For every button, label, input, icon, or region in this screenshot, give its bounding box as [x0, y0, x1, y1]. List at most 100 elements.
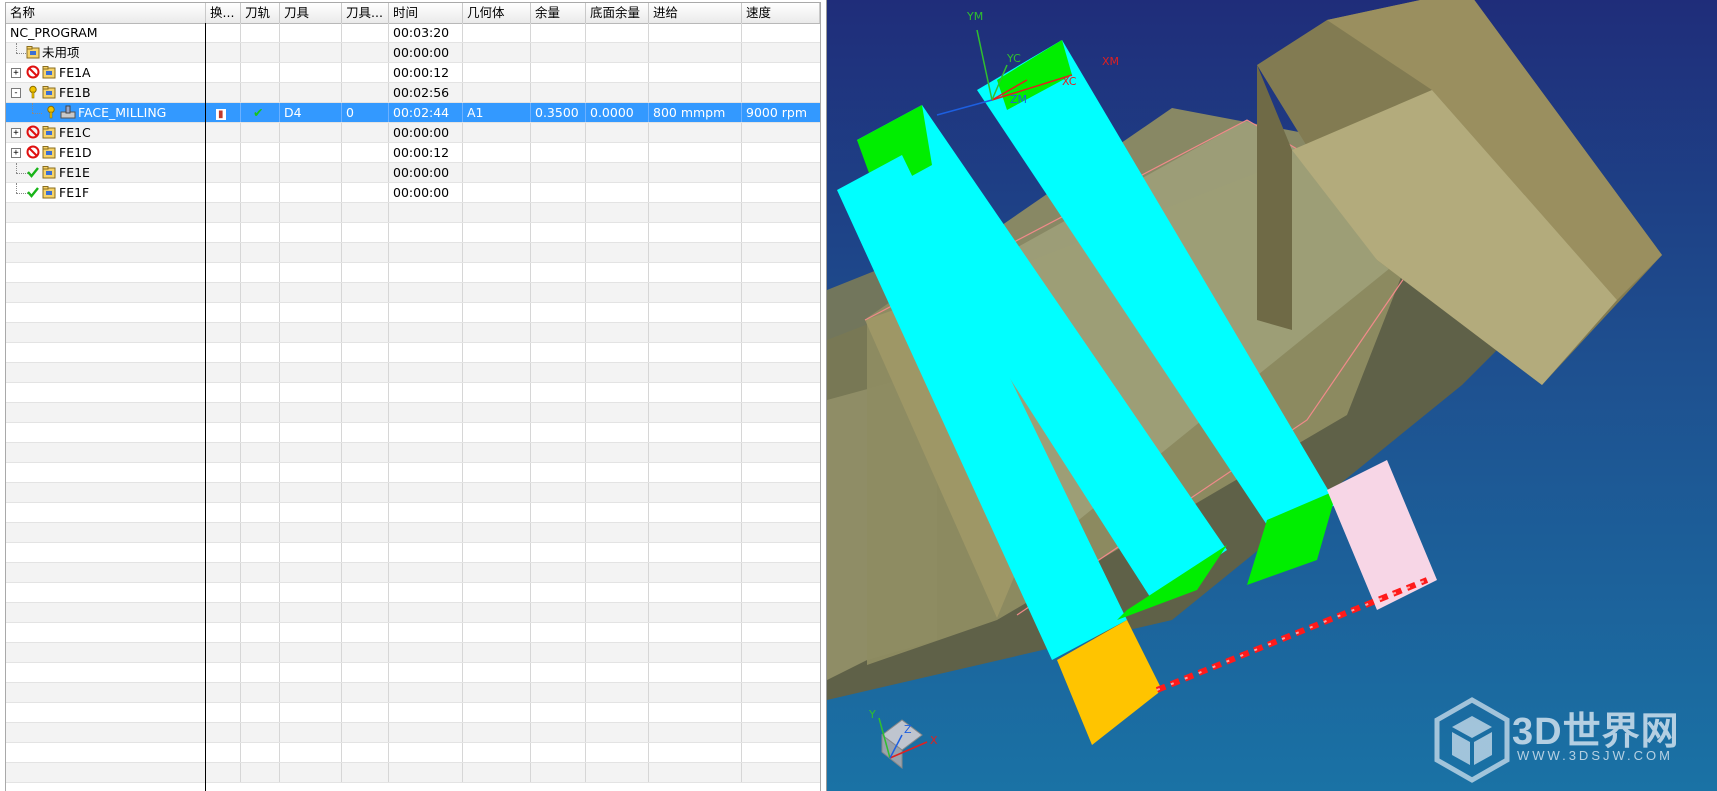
- empty-table-row: [6, 743, 820, 763]
- empty-table-row: [6, 343, 820, 363]
- empty-table-row: [6, 583, 820, 603]
- empty-table-row: [6, 763, 820, 783]
- col-header-toolpath[interactable]: 刀轨: [241, 3, 280, 23]
- row-tool: D4: [280, 103, 342, 122]
- empty-table-row: [6, 543, 820, 563]
- collapse-icon[interactable]: -: [11, 88, 21, 98]
- row-time: 00:02:44: [389, 103, 463, 122]
- col-header-stock[interactable]: 余量: [531, 3, 586, 23]
- col-header-geometry[interactable]: 几何体: [463, 3, 531, 23]
- empty-table-row: [6, 203, 820, 223]
- table-row[interactable]: - FE1B 00:02:56: [6, 83, 820, 103]
- table-row-selected[interactable]: FACE_MILLING ▮ ✔ D4 0 00:02:44 A1 0.3500…: [6, 103, 820, 123]
- empty-table-row: [6, 403, 820, 423]
- empty-table-row: [6, 223, 820, 243]
- table-row[interactable]: NC_PROGRAM 00:03:20: [6, 23, 820, 43]
- triad-label-x: X: [930, 734, 938, 747]
- row-floor-stock: 0.0000: [586, 103, 649, 122]
- row-time: 00:00:12: [389, 63, 463, 82]
- empty-table-row: [6, 443, 820, 463]
- axis-label-xm: XM: [1102, 55, 1119, 68]
- table-body: NC_PROGRAM 00:03:20 未用项 00:00:00 + FE1A …: [6, 23, 820, 783]
- folder-icon: [42, 86, 56, 99]
- col-header-floor-stock[interactable]: 底面余量: [586, 3, 649, 23]
- row-name: 未用项: [42, 45, 80, 60]
- empty-table-row: [6, 623, 820, 643]
- row-time: 00:00:00: [389, 43, 463, 62]
- expand-icon[interactable]: +: [11, 148, 21, 158]
- row-name: FE1A: [59, 65, 91, 80]
- table-row[interactable]: + FE1A 00:00:12: [6, 63, 820, 83]
- col-header-tool[interactable]: 刀具: [280, 3, 342, 23]
- empty-table-row: [6, 723, 820, 743]
- prohibited-icon: [26, 145, 40, 159]
- empty-table-row: [6, 523, 820, 543]
- empty-table-row: [6, 643, 820, 663]
- operation-navigator: 名称 换... 刀轨 刀具 刀具... 时间 几何体 余量 底面余量 进给 速度…: [0, 0, 827, 791]
- axis-label-xc: XC: [1062, 75, 1077, 88]
- row-feed: 800 mmpm: [649, 103, 742, 122]
- table-row[interactable]: FE1F 00:00:00: [6, 183, 820, 203]
- folder-icon: [42, 66, 56, 79]
- empty-table-row: [6, 383, 820, 403]
- graphics-viewport[interactable]: YM YC XC XM ZM X Y Z 3D世界网 WWW.3DSJW.COM: [827, 0, 1717, 791]
- axis-label-ym: YM: [966, 10, 983, 23]
- empty-table-row: [6, 323, 820, 343]
- folder-icon: [42, 126, 56, 139]
- empty-table-row: [6, 483, 820, 503]
- prohibited-icon: [26, 65, 40, 79]
- prohibited-icon: [26, 125, 40, 139]
- folder-icon: [42, 186, 56, 199]
- row-geometry: A1: [463, 103, 531, 122]
- table-row[interactable]: + FE1D 00:00:12: [6, 143, 820, 163]
- key-icon: [29, 85, 37, 99]
- folder-icon: [42, 166, 56, 179]
- axis-label-zm: ZM: [1010, 93, 1027, 106]
- row-tool-number: 0: [342, 103, 389, 122]
- expand-icon[interactable]: +: [11, 68, 21, 78]
- row-time: 00:00:00: [389, 123, 463, 142]
- empty-table-row: [6, 363, 820, 383]
- table-row[interactable]: FE1E 00:00:00: [6, 163, 820, 183]
- empty-table-row: [6, 283, 820, 303]
- watermark-logo-icon: [1434, 697, 1510, 783]
- col-header-speed[interactable]: 速度: [742, 3, 820, 23]
- row-time: 00:00:00: [389, 163, 463, 182]
- folder-icon: [42, 146, 56, 159]
- empty-table-row: [6, 463, 820, 483]
- toolpath-pink-segment: [1327, 460, 1437, 610]
- toolpath-ok-icon: ✔: [253, 105, 264, 120]
- key-icon: [47, 105, 55, 119]
- row-name: FE1E: [59, 165, 90, 180]
- row-name: FE1D: [59, 145, 92, 160]
- watermark-text: 3D世界网: [1512, 711, 1680, 753]
- empty-table-row: [6, 303, 820, 323]
- expand-icon[interactable]: +: [11, 128, 21, 138]
- empty-table-row: [6, 683, 820, 703]
- col-header-feed[interactable]: 进给: [649, 3, 742, 23]
- col-header-name[interactable]: 名称: [6, 3, 206, 23]
- face-milling-icon: [60, 105, 76, 119]
- toolchange-icon: ▮: [216, 109, 226, 120]
- row-name: FE1B: [59, 85, 91, 100]
- col-header-toolchange[interactable]: 换...: [206, 3, 241, 23]
- row-name: FE1C: [59, 125, 91, 140]
- table-row[interactable]: + FE1C 00:00:00: [6, 123, 820, 143]
- empty-table-row: [6, 243, 820, 263]
- axis-label-yc: YC: [1006, 52, 1021, 65]
- row-name: FE1F: [59, 185, 90, 200]
- empty-table-row: [6, 603, 820, 623]
- column-separator: [205, 23, 206, 791]
- col-header-tool-number[interactable]: 刀具...: [342, 3, 389, 23]
- check-icon: [27, 167, 39, 178]
- empty-table-row: [6, 503, 820, 523]
- model-canvas[interactable]: YM YC XC XM ZM X Y Z: [827, 0, 1717, 791]
- navigator-table: 名称 换... 刀轨 刀具 刀具... 时间 几何体 余量 底面余量 进给 速度…: [5, 2, 821, 791]
- empty-table-row: [6, 423, 820, 443]
- col-header-time[interactable]: 时间: [389, 3, 463, 23]
- empty-table-row: [6, 663, 820, 683]
- view-triad[interactable]: X Y Z: [868, 708, 938, 770]
- empty-table-row: [6, 703, 820, 723]
- table-row[interactable]: 未用项 00:00:00: [6, 43, 820, 63]
- row-name: NC_PROGRAM: [10, 25, 98, 40]
